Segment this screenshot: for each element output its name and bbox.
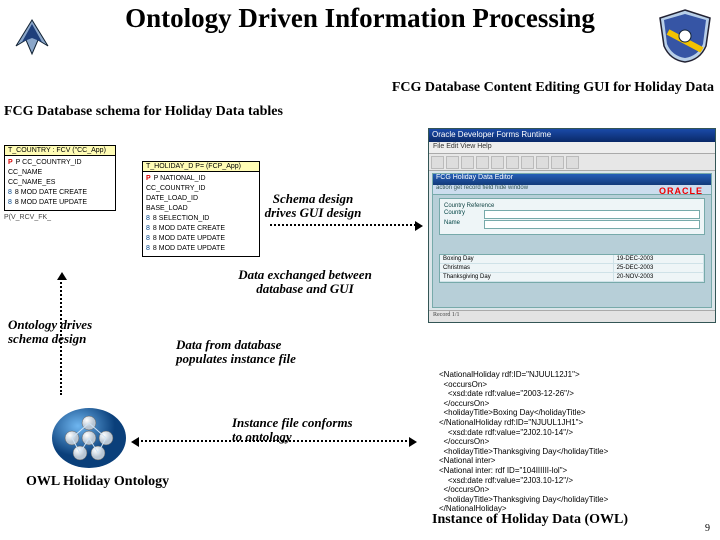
gui-statusbar: Record 1/1 <box>429 310 715 322</box>
annotation-db-instance: Data from database populates instance fi… <box>176 338 336 367</box>
table2-head: T_HOLIDAY_D P= (FCP_App) <box>143 162 259 172</box>
airforce-logo-icon <box>2 16 62 60</box>
arrow-ont-to-schema <box>60 275 62 395</box>
label-schema: FCG Database schema for Holiday Data tab… <box>4 104 283 120</box>
slide-number: 9 <box>705 523 710 534</box>
arrow-instance-to-ont-left <box>134 440 414 442</box>
slide: Ontology Driven Information Processing F… <box>0 0 720 540</box>
annotation-schema-gui: Schema design drives GUI design <box>248 192 378 221</box>
schema-diagram: T_COUNTRY : FCV ("CC_App) PP CC_COUNTRY_… <box>4 145 259 265</box>
gui-sub-title: FCG Holiday Data Editor <box>433 174 711 185</box>
page-title: Ontology Driven Information Processing <box>0 0 720 34</box>
table2-body: PP NATIONAL_ID CC_COUNTRY_ID DATE_LOAD_I… <box>143 172 259 256</box>
annotation-ont-schema: Ontology drives schema design <box>8 318 118 347</box>
oracle-brand: ORACLE <box>659 186 703 196</box>
label-instance: Instance of Holiday Data (OWL) <box>432 512 628 528</box>
gui-toolbar <box>429 154 715 171</box>
owl-xml-instance: <NationalHoliday rdf:ID="NJUUL12J1"> <oc… <box>439 370 714 514</box>
relation-label: P(V_RCV_FK_ <box>4 214 51 221</box>
table1-body: PP CC_COUNTRY_ID CC_NAME CC_NAME_ES 88 M… <box>5 156 115 210</box>
gui-input-country[interactable] <box>484 210 700 219</box>
gui-menubar: File Edit View Help <box>429 142 715 154</box>
arrow-schema-to-gui <box>270 224 420 226</box>
gui-data-table: Boxing Day19-DEC-2003 Christmas25-DEC-20… <box>439 254 705 283</box>
annotation-db-gui: Data exchanged between database and GUI <box>220 268 390 297</box>
gui-input-name[interactable] <box>484 220 700 229</box>
gui-titlebar: Oracle Developer Forms Runtime <box>429 129 715 142</box>
label-owl: OWL Holiday Ontology <box>26 474 169 490</box>
table1-head: T_COUNTRY : FCV ("CC_App) <box>5 146 115 156</box>
shield-logo-icon <box>652 6 718 64</box>
database-gui: Oracle Developer Forms Runtime File Edit… <box>428 128 716 323</box>
owl-ontology-icon <box>50 405 128 470</box>
gui-form: Country Reference Country Name <box>439 198 705 235</box>
label-gui: FCG Database Content Editing GUI for Hol… <box>392 80 714 96</box>
